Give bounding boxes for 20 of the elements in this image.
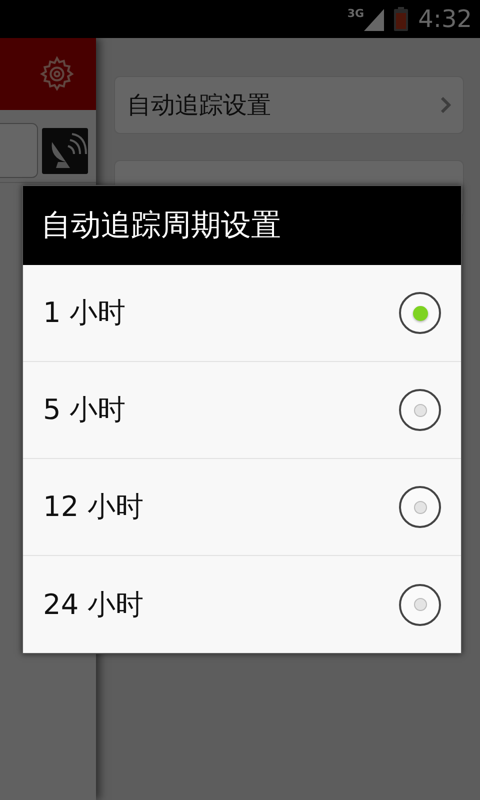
signal-icon <box>364 8 384 30</box>
radio-button[interactable] <box>399 292 441 334</box>
option-row[interactable]: 12 小时 <box>23 459 461 556</box>
option-row[interactable]: 24 小时 <box>23 556 461 653</box>
option-label: 1 小时 <box>43 295 126 331</box>
battery-icon <box>394 7 408 31</box>
chevron-right-icon <box>441 97 451 113</box>
network-type: 3G <box>347 8 364 18</box>
option-label: 5 小时 <box>43 392 126 428</box>
input-field[interactable] <box>0 123 38 178</box>
radio-button[interactable] <box>399 584 441 626</box>
option-label: 12 小时 <box>43 489 144 525</box>
radio-button[interactable] <box>399 486 441 528</box>
option-row[interactable]: 1 小时 <box>23 265 461 362</box>
option-label: 24 小时 <box>43 586 144 622</box>
satellite-dish-icon[interactable] <box>42 128 88 174</box>
clock-time: 4:32 <box>418 4 472 35</box>
option-row[interactable]: 5 小时 <box>23 362 461 459</box>
radio-button[interactable] <box>399 389 441 431</box>
dialog-title: 自动追踪周期设置 <box>41 207 281 245</box>
